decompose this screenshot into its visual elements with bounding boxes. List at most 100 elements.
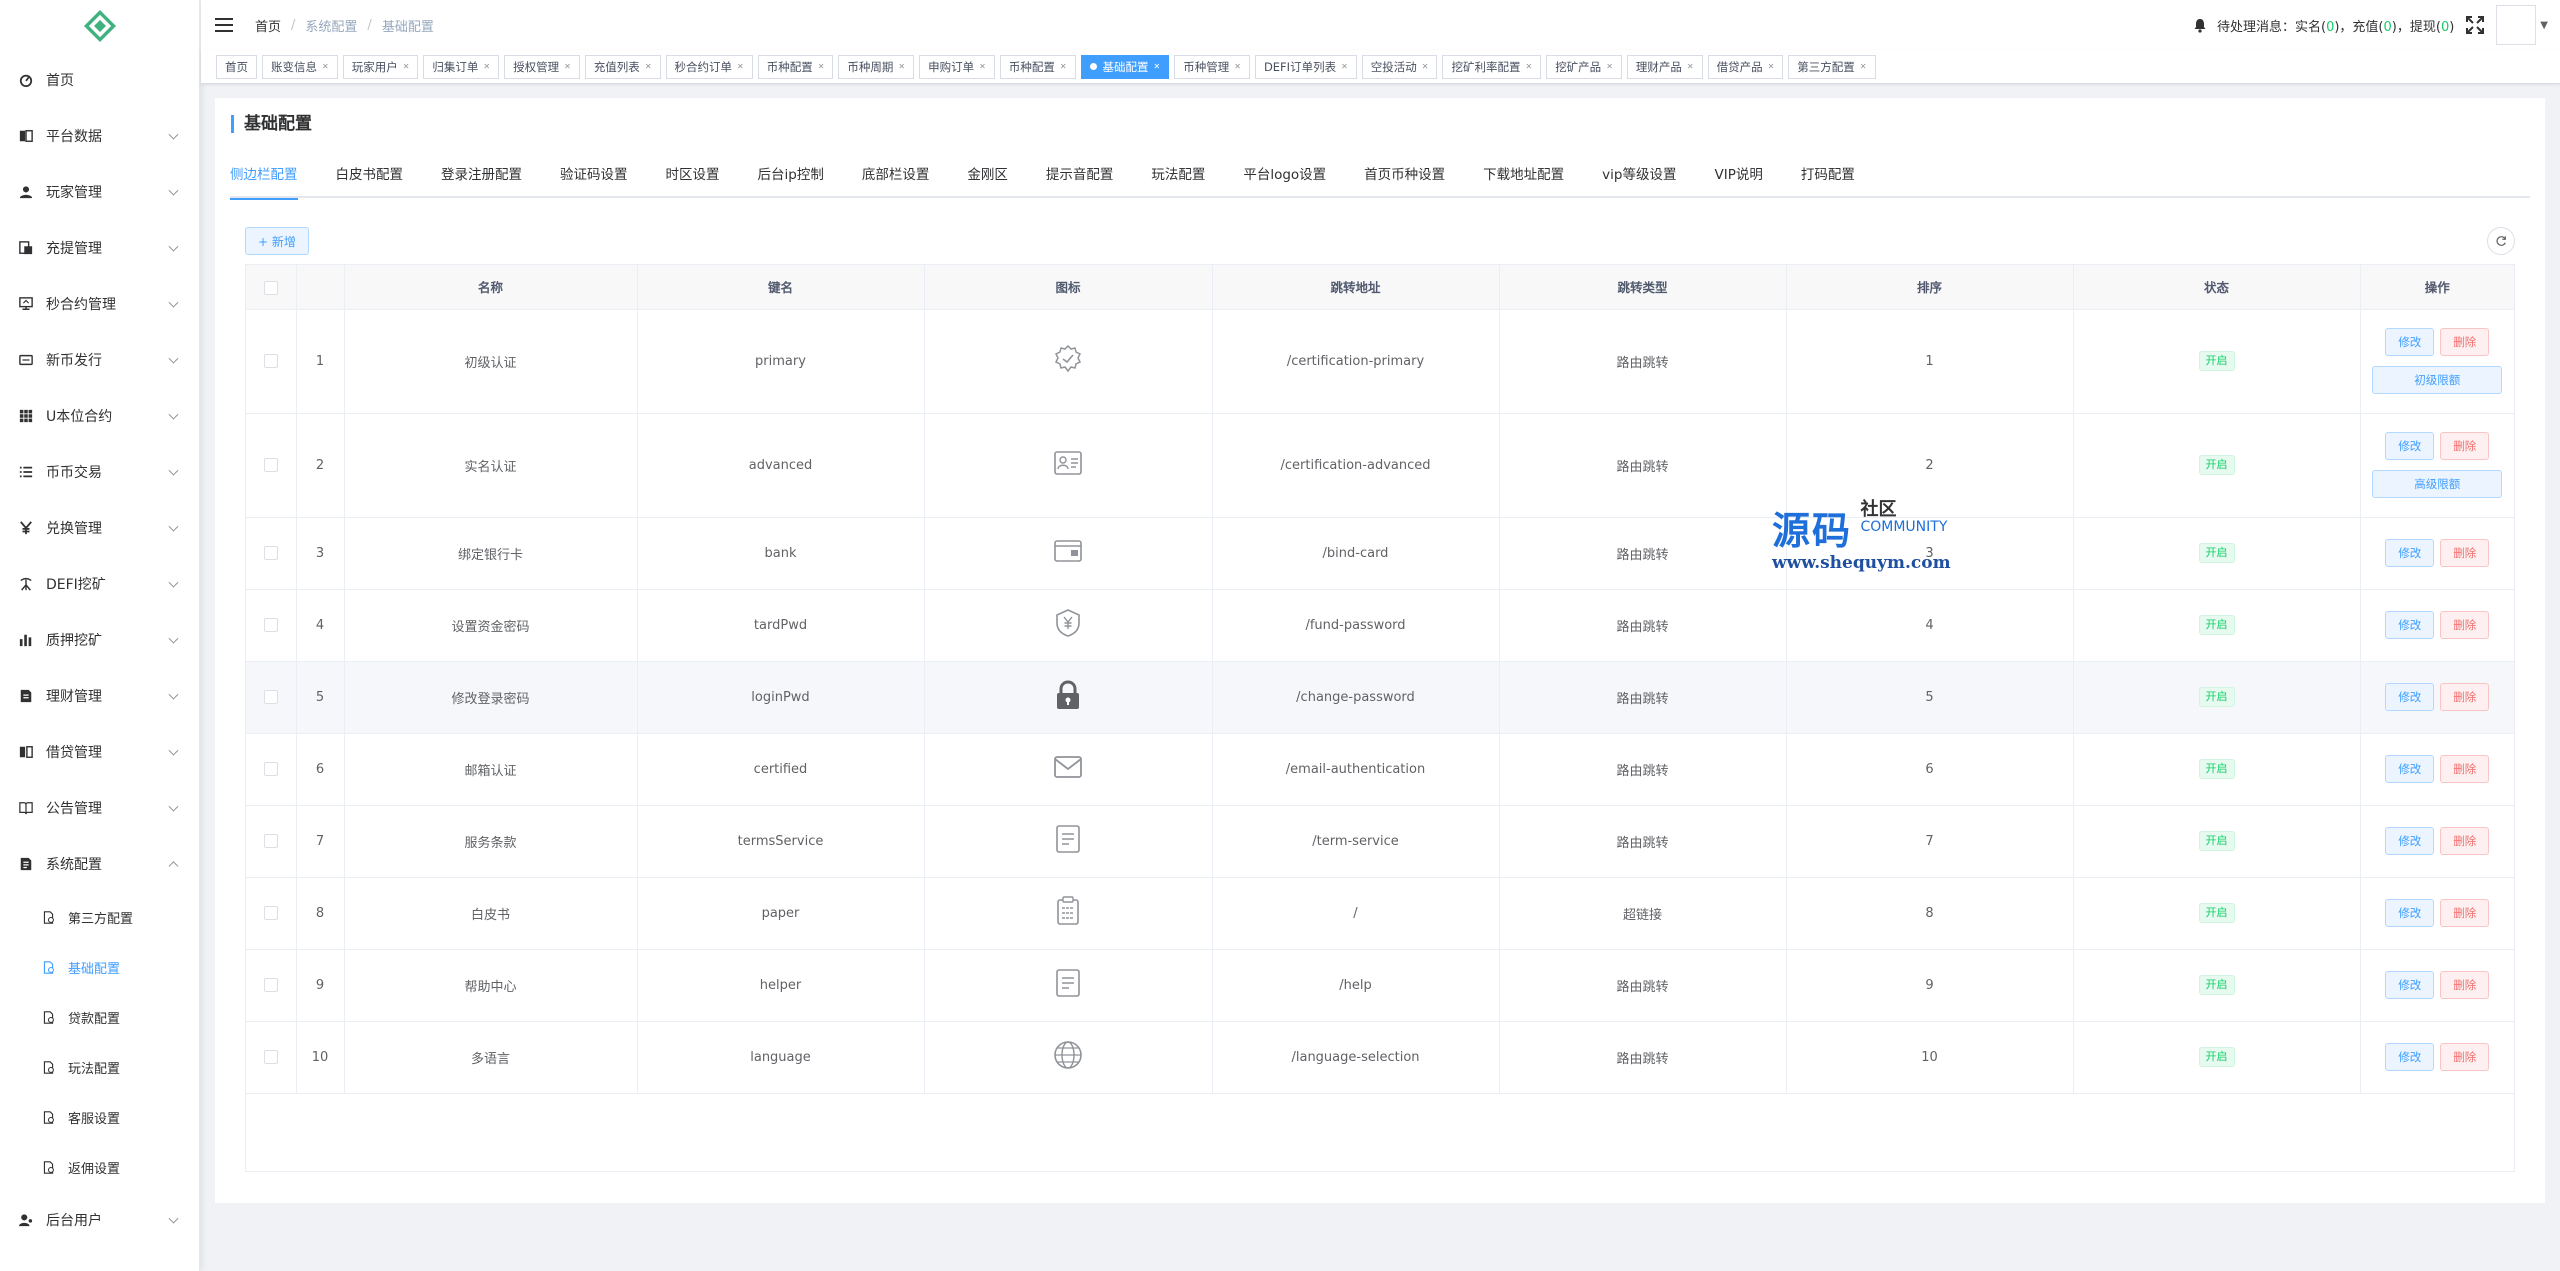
menu-item-6[interactable]: U本位合约 <box>0 388 199 444</box>
caret-down-icon[interactable]: ▼ <box>2540 20 2548 31</box>
tab-5[interactable]: 后台ip控制 <box>739 160 843 198</box>
close-icon[interactable]: ✕ <box>322 56 329 78</box>
breadcrumb-home[interactable]: 首页 <box>255 16 281 35</box>
row-checkbox[interactable] <box>263 1050 278 1064</box>
delete-button[interactable]: 删除 <box>2440 611 2490 639</box>
tag-0[interactable]: 首页 <box>216 54 257 79</box>
close-icon[interactable]: ✕ <box>737 56 744 78</box>
hamburger-icon[interactable] <box>215 18 233 32</box>
tag-3[interactable]: 归集订单 ✕ <box>423 54 500 79</box>
close-icon[interactable]: ✕ <box>818 56 825 78</box>
tag-1[interactable]: 账变信息 ✕ <box>262 54 338 79</box>
close-icon[interactable]: ✕ <box>979 56 986 78</box>
logo[interactable] <box>0 0 199 52</box>
tag-10[interactable]: 币种配置 ✕ <box>999 54 1076 79</box>
tag-13[interactable]: DEFI订单列表 ✕ <box>1254 54 1357 79</box>
menu-item-4[interactable]: 秒合约管理 <box>0 276 199 332</box>
row-checkbox[interactable] <box>263 690 278 704</box>
menu-item-after-0[interactable]: 后台用户 <box>0 1192 199 1248</box>
tab-13[interactable]: vip等级设置 <box>1583 160 1695 198</box>
fullscreen-icon[interactable] <box>2466 16 2485 34</box>
tag-12[interactable]: 币种管理 ✕ <box>1174 54 1250 79</box>
select-all-checkbox[interactable] <box>263 280 278 295</box>
row-checkbox[interactable] <box>263 458 278 472</box>
limit-button[interactable]: 高级限额 <box>2372 470 2503 498</box>
tab-0[interactable]: 侧边栏配置 <box>230 160 317 200</box>
tag-19[interactable]: 第三方配置 ✕ <box>1788 54 1876 79</box>
edit-button[interactable]: 修改 <box>2385 755 2435 783</box>
close-icon[interactable]: ✕ <box>1606 56 1613 78</box>
delete-button[interactable]: 删除 <box>2440 899 2490 927</box>
tag-9[interactable]: 申购订单 ✕ <box>919 54 995 79</box>
withdraw-link[interactable]: 提现(0) <box>2410 16 2454 35</box>
close-icon[interactable]: ✕ <box>564 56 571 78</box>
close-icon[interactable]: ✕ <box>1234 56 1241 78</box>
submenu-item-3[interactable]: 玩法配置 <box>0 1042 199 1092</box>
close-icon[interactable]: ✕ <box>1341 56 1348 78</box>
tag-17[interactable]: 理财产品 ✕ <box>1626 54 1703 79</box>
add-button[interactable]: + 新增 <box>245 227 309 255</box>
close-icon[interactable]: ✕ <box>1422 56 1429 78</box>
tag-7[interactable]: 币种配置 ✕ <box>757 54 834 79</box>
edit-button[interactable]: 修改 <box>2385 827 2435 855</box>
edit-button[interactable]: 修改 <box>2385 971 2435 999</box>
limit-button[interactable]: 初级限额 <box>2372 366 2503 394</box>
close-icon[interactable]: ✕ <box>403 56 410 78</box>
menu-item-3[interactable]: 充提管理 <box>0 220 199 276</box>
tag-14[interactable]: 空投活动 ✕ <box>1361 54 1438 79</box>
recharge-link[interactable]: 充值(0)， <box>2352 16 2409 35</box>
row-checkbox[interactable] <box>263 354 278 368</box>
tab-2[interactable]: 登录注册配置 <box>422 160 541 198</box>
close-icon[interactable]: ✕ <box>645 56 652 78</box>
tab-11[interactable]: 首页币种设置 <box>1345 160 1464 198</box>
tab-10[interactable]: 平台logo设置 <box>1224 160 1345 198</box>
menu-item-11[interactable]: 理财管理 <box>0 668 199 724</box>
tag-4[interactable]: 授权管理 ✕ <box>504 54 580 79</box>
close-icon[interactable]: ✕ <box>898 56 905 78</box>
submenu-item-0[interactable]: 第三方配置 <box>0 892 199 942</box>
tab-6[interactable]: 底部栏设置 <box>843 160 949 198</box>
tag-15[interactable]: 挖矿利率配置 ✕ <box>1442 54 1542 79</box>
close-icon[interactable]: ✕ <box>1768 56 1775 78</box>
menu-item-14[interactable]: 系统配置 <box>0 836 199 892</box>
tab-12[interactable]: 下载地址配置 <box>1464 160 1583 198</box>
close-icon[interactable]: ✕ <box>1060 56 1067 78</box>
delete-button[interactable]: 删除 <box>2440 755 2490 783</box>
tab-15[interactable]: 打码配置 <box>1782 160 1874 198</box>
tag-11[interactable]: 基础配置 ✕ <box>1080 54 1170 79</box>
menu-item-10[interactable]: 质押挖矿 <box>0 612 199 668</box>
tag-5[interactable]: 充值列表 ✕ <box>584 54 661 79</box>
edit-button[interactable]: 修改 <box>2385 683 2435 711</box>
delete-button[interactable]: 删除 <box>2440 432 2490 460</box>
submenu-item-5[interactable]: 返佣设置 <box>0 1142 199 1192</box>
tab-3[interactable]: 验证码设置 <box>541 160 647 198</box>
row-checkbox[interactable] <box>263 978 278 992</box>
menu-item-2[interactable]: 玩家管理 <box>0 164 199 220</box>
tab-8[interactable]: 提示音配置 <box>1027 160 1133 198</box>
submenu-item-4[interactable]: 客服设置 <box>0 1092 199 1142</box>
edit-button[interactable]: 修改 <box>2385 539 2435 567</box>
edit-button[interactable]: 修改 <box>2385 432 2435 460</box>
tab-14[interactable]: VIP说明 <box>1695 160 1781 198</box>
row-checkbox[interactable] <box>263 762 278 776</box>
tab-1[interactable]: 白皮书配置 <box>317 160 423 198</box>
submenu-item-2[interactable]: 贷款配置 <box>0 992 199 1042</box>
close-icon[interactable]: ✕ <box>1860 56 1867 78</box>
close-icon[interactable]: ✕ <box>483 56 490 78</box>
delete-button[interactable]: 删除 <box>2440 539 2490 567</box>
tab-7[interactable]: 金刚区 <box>948 160 1027 198</box>
tag-6[interactable]: 秒合约订单 ✕ <box>665 54 753 79</box>
row-checkbox[interactable] <box>263 618 278 632</box>
menu-item-12[interactable]: 借贷管理 <box>0 724 199 780</box>
edit-button[interactable]: 修改 <box>2385 611 2435 639</box>
tab-9[interactable]: 玩法配置 <box>1132 160 1224 198</box>
menu-item-9[interactable]: DEFI挖矿 <box>0 556 199 612</box>
close-icon[interactable]: ✕ <box>1687 56 1694 78</box>
menu-item-7[interactable]: 币币交易 <box>0 444 199 500</box>
close-icon[interactable]: ✕ <box>1525 56 1532 78</box>
tag-18[interactable]: 借贷产品 ✕ <box>1707 54 1784 79</box>
bell-icon[interactable] <box>2193 18 2207 33</box>
delete-button[interactable]: 删除 <box>2440 827 2490 855</box>
row-checkbox[interactable] <box>263 906 278 920</box>
tab-4[interactable]: 时区设置 <box>647 160 739 198</box>
